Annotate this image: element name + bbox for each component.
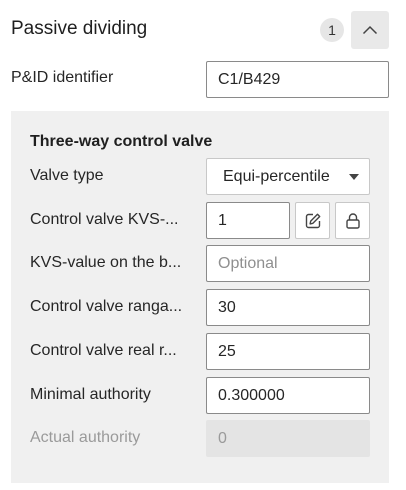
valve-type-label: Valve type [30, 167, 104, 184]
rangeability-row: Control valve ranga... 30 [30, 289, 370, 326]
rangeability-label: Control valve ranga... [30, 298, 183, 315]
real-range-input[interactable]: 25 [206, 333, 370, 370]
min-authority-row: Minimal authority 0.300000 [30, 377, 370, 414]
kvs-bypass-label: KVS-value on the b... [30, 254, 182, 271]
chevron-up-icon [362, 25, 378, 35]
lock-button[interactable] [335, 202, 370, 239]
valve-type-row: Valve type Equi-percentile [30, 158, 370, 195]
min-authority-input[interactable]: 0.300000 [206, 377, 370, 414]
pid-row: P&ID identifier C1/B429 [11, 60, 389, 98]
rangeability-input[interactable]: 30 [206, 289, 370, 326]
count-badge: 1 [320, 18, 344, 42]
kvs-label: Control valve KVS-... [30, 211, 179, 228]
valve-type-select[interactable]: Equi-percentile [206, 158, 370, 195]
kvs-row: Control valve KVS-... 1 [30, 202, 370, 239]
kvs-bypass-row: KVS-value on the b... Optional [30, 245, 370, 282]
panel-title: Three-way control valve [30, 133, 213, 150]
kvs-bypass-input[interactable]: Optional [206, 245, 370, 282]
actual-authority-label: Actual authority [30, 429, 141, 446]
edit-icon [305, 213, 320, 228]
section-header: Passive dividing 1 [0, 0, 406, 60]
actual-authority-row: Actual authority 0 [30, 420, 370, 457]
caret-down-icon [349, 174, 359, 180]
collapse-button[interactable] [351, 11, 389, 49]
pid-label: P&ID identifier [11, 69, 114, 86]
valve-type-value: Equi-percentile [223, 168, 330, 185]
real-range-label: Control valve real r... [30, 342, 177, 359]
edit-button[interactable] [295, 202, 330, 239]
real-range-row: Control valve real r... 25 [30, 333, 370, 370]
kvs-input[interactable]: 1 [206, 202, 290, 239]
three-way-valve-panel: Three-way control valve Valve type Equi-… [11, 111, 389, 483]
lock-icon [345, 212, 360, 229]
min-authority-label: Minimal authority [30, 386, 151, 403]
pid-input[interactable]: C1/B429 [206, 61, 389, 98]
actual-authority-input: 0 [206, 420, 370, 457]
section-title: Passive dividing [11, 18, 148, 39]
